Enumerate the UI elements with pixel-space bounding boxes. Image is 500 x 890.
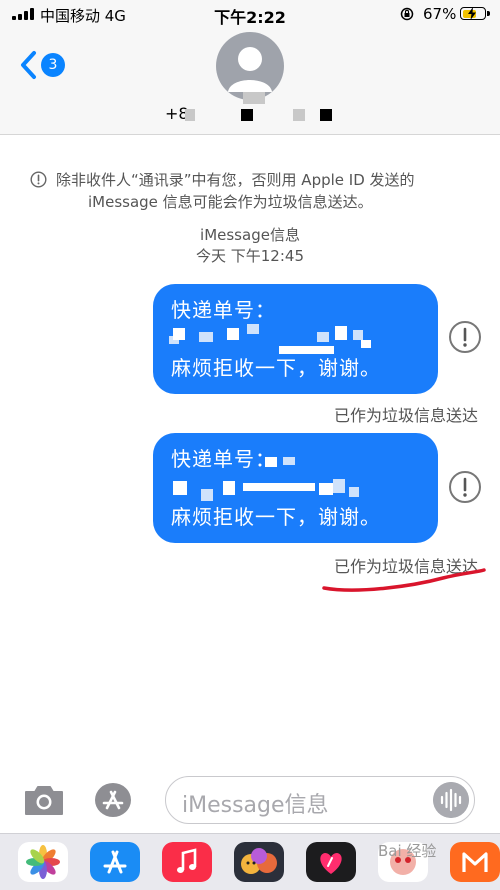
- contact-avatar[interactable]: [216, 32, 284, 100]
- message-line: 快递单号：: [171, 447, 276, 471]
- photos-icon[interactable]: [18, 842, 68, 882]
- app-store-icon[interactable]: [90, 842, 140, 882]
- camera-icon[interactable]: [22, 782, 66, 818]
- digital-touch-icon[interactable]: [306, 842, 356, 882]
- battery-percent: 67%: [423, 5, 457, 23]
- battery-tip: [487, 11, 490, 16]
- service-label: iMessage信息: [200, 226, 300, 244]
- message-input[interactable]: iMessage信息: [165, 776, 475, 824]
- imessage-notice: 除非收件人“通讯录”中有您，否则用 Apple ID 发送的 iMessage …: [56, 169, 476, 213]
- message-line: 麻烦拒收一下，谢谢。: [171, 505, 381, 529]
- music-icon[interactable]: [162, 842, 212, 882]
- message-timestamp: 今天 下午12:45: [196, 247, 304, 265]
- app-store-button-icon[interactable]: [93, 782, 133, 818]
- audio-waveform-icon[interactable]: [433, 782, 469, 818]
- message-bubble[interactable]: 快递单号： 麻烦拒收一下，谢谢。: [153, 433, 438, 543]
- back-button[interactable]: 3: [18, 48, 68, 82]
- message-input-placeholder: iMessage信息: [182, 793, 329, 818]
- rotation-lock-icon: [400, 7, 414, 21]
- message-bubble[interactable]: 快递单号： 麻烦拒收一下，谢谢。: [153, 284, 438, 394]
- info-icon: [30, 171, 47, 188]
- redacted-block: [243, 92, 265, 104]
- charging-bolt-icon: [468, 7, 476, 20]
- delivery-status: 已作为垃圾信息送达: [333, 406, 478, 425]
- message-line: 快递单号：: [171, 298, 276, 322]
- notice-line-2: iMessage 信息可能会作为垃圾信息送达。: [88, 193, 373, 211]
- message-line: 麻烦拒收一下，谢谢。: [171, 356, 381, 380]
- conversation-header: 3 +8: [0, 28, 500, 135]
- not-delivered-alert-icon[interactable]: [448, 320, 482, 354]
- contact-number[interactable]: +8: [165, 104, 365, 124]
- notice-line-1: 除非收件人“通讯录”中有您，否则用 Apple ID 发送的: [56, 171, 415, 189]
- unread-count-badge: 3: [41, 53, 65, 77]
- memoji-icon[interactable]: [234, 842, 284, 882]
- orange-app-icon[interactable]: [450, 842, 500, 882]
- not-delivered-alert-icon[interactable]: [448, 470, 482, 504]
- red-annotation-underline: [322, 568, 486, 592]
- person-silhouette-icon: [228, 47, 272, 92]
- watermark: Bai 经验: [378, 842, 437, 860]
- status-bar: 中国移动 4G 下午2:22 67%: [0, 0, 500, 28]
- chevron-left-icon: [21, 51, 36, 79]
